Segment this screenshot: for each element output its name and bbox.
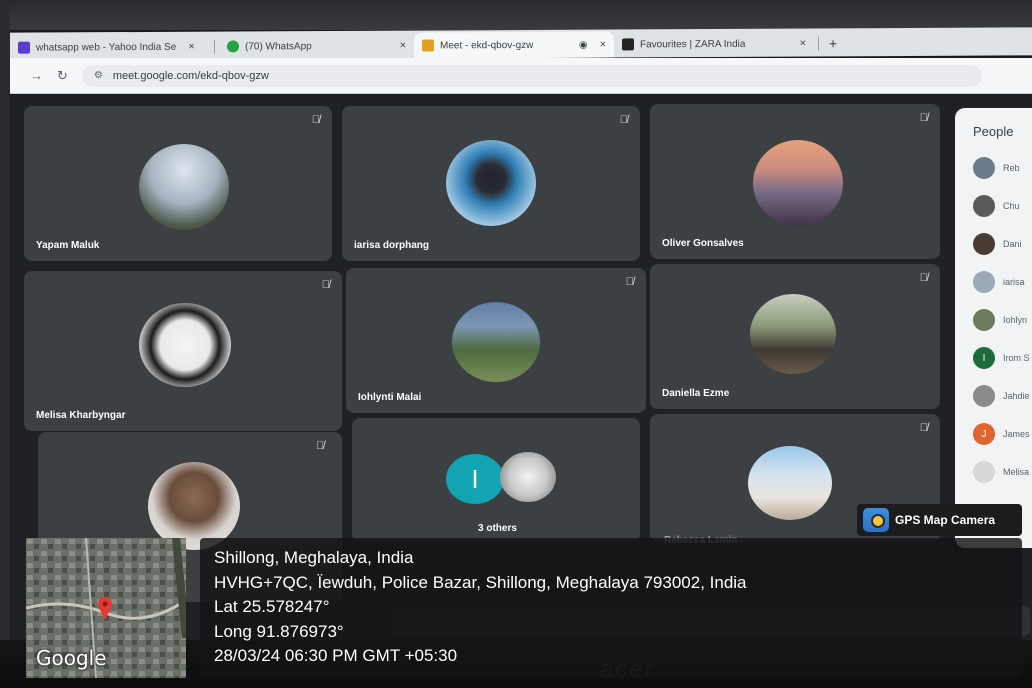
avatar xyxy=(748,446,832,520)
url-field[interactable]: ⚙ meet.google.com/ekd-qbov-gzw xyxy=(81,64,982,87)
participant-name: 3 others xyxy=(478,523,517,534)
participant-name: Daniella Ezme xyxy=(662,388,730,399)
people-panel: People Reb Chu Dani iarisa Iohlyn I Irom … xyxy=(955,108,1032,548)
gps-map-camera-badge: GPS Map Camera xyxy=(857,504,1022,536)
participant-name: iarisa dorphang xyxy=(354,240,430,251)
address-bar: → ↻ ⚙ meet.google.com/ekd-qbov-gzw xyxy=(10,58,1032,94)
tab-whatsapp[interactable]: (70) WhatsApp × xyxy=(219,33,414,60)
participant-tile[interactable]: 🎙̸ Melisa Kharbyngar xyxy=(24,271,342,431)
people-list-item[interactable]: iarisa xyxy=(973,263,1032,301)
recording-indicator-icon: ◉ xyxy=(578,39,588,51)
avatar xyxy=(139,144,229,230)
gps-camera-logo-icon xyxy=(863,508,889,532)
tab-close-icon[interactable]: × xyxy=(600,39,606,51)
gps-address: HVHG+7QC, Ïewduh, Police Bazar, Shillong… xyxy=(214,572,747,592)
yahoo-favicon-icon xyxy=(18,41,30,54)
participant-tile[interactable]: 🎙̸ Yapam Maluk xyxy=(24,106,332,261)
participant-name: Melisa Kharbyngar xyxy=(36,410,126,421)
avatar-initial: J xyxy=(973,423,995,445)
tab-separator xyxy=(214,39,215,54)
participant-tile[interactable]: 🎙̸ Oliver Gonsalves xyxy=(650,104,940,259)
whatsapp-favicon-icon xyxy=(227,40,239,53)
mic-off-icon: 🎙̸ xyxy=(919,112,928,124)
forward-icon[interactable]: → xyxy=(30,68,43,83)
tab-separator xyxy=(818,36,819,51)
mic-off-icon: 🎙̸ xyxy=(311,114,320,126)
url-text: meet.google.com/ekd-qbov-gzw xyxy=(112,69,269,82)
mic-off-icon: 🎙̸ xyxy=(625,276,634,288)
tab-close-icon[interactable]: × xyxy=(400,40,406,52)
avatar xyxy=(452,302,540,382)
participant-name: Oliver Gonsalves xyxy=(662,238,744,249)
avatar xyxy=(973,461,995,483)
tab-meet[interactable]: Meet - ekd-qbov-gzw ◉ × xyxy=(414,31,614,59)
people-list-item[interactable]: Reb xyxy=(973,149,1032,187)
avatar xyxy=(973,271,995,293)
avatar xyxy=(446,140,536,226)
reload-icon[interactable]: ↻ xyxy=(57,68,68,84)
avatar xyxy=(973,309,995,331)
photo-frame-left xyxy=(0,0,10,688)
tab-zara[interactable]: Favourites | ZARA India × xyxy=(614,30,814,57)
gps-city: Shillong, Meghalaya, India xyxy=(214,548,414,567)
participant-tile-others[interactable]: I 3 others xyxy=(352,418,640,542)
avatar xyxy=(148,462,240,550)
gps-timestamp: 28/03/24 06:30 PM GMT +05:30 xyxy=(214,646,458,665)
gps-latitude: Lat 25.578247° xyxy=(214,597,330,616)
tab-close-icon[interactable]: × xyxy=(188,41,194,53)
avatar-initial: I xyxy=(973,347,995,369)
avatar xyxy=(973,157,995,179)
participant-name: Yapam Maluk xyxy=(36,240,100,251)
mic-off-icon: 🎙̸ xyxy=(619,114,628,126)
new-tab-button[interactable]: + xyxy=(823,35,843,56)
mic-off-icon: 🎙̸ xyxy=(321,279,330,291)
avatar xyxy=(139,303,231,387)
meet-favicon-icon xyxy=(422,39,434,52)
tab-title: whatsapp web - Yahoo India Se xyxy=(36,41,177,54)
tab-title: (70) WhatsApp xyxy=(245,40,312,52)
mic-off-icon: 🎙̸ xyxy=(316,440,325,452)
people-list-item[interactable]: Iohlyn xyxy=(973,301,1032,339)
photo-frame-top xyxy=(0,0,1032,30)
zara-favicon-icon xyxy=(622,38,634,51)
gps-badge-text: GPS Map Camera xyxy=(895,513,996,527)
avatar xyxy=(973,385,995,407)
participant-name: Iohlynti Malai xyxy=(358,392,422,403)
tab-close-icon[interactable]: × xyxy=(800,38,806,50)
avatar xyxy=(973,233,995,255)
people-list-item[interactable]: Melisa xyxy=(973,453,1032,491)
gps-map-thumbnail: Google xyxy=(26,538,186,678)
tab-title: Favourites | ZARA India xyxy=(640,38,746,50)
participant-tile[interactable]: 🎙̸ Daniella Ezme xyxy=(650,264,940,409)
avatar xyxy=(973,195,995,217)
avatar xyxy=(500,452,556,502)
participant-tile[interactable]: 🎙̸ iarisa dorphang xyxy=(342,106,640,261)
people-list-item[interactable]: I Irom S xyxy=(973,339,1032,377)
participant-tile[interactable]: 🎙̸ Iohlynti Malai xyxy=(346,268,646,413)
people-panel-title: People xyxy=(973,124,1014,139)
mic-off-icon: 🎙̸ xyxy=(919,272,928,284)
people-list-item[interactable]: Dani xyxy=(973,225,1032,263)
avatar-initial: I xyxy=(446,454,504,504)
tab-title: Meet - ekd-qbov-gzw xyxy=(440,39,534,51)
people-list-item[interactable]: Chu xyxy=(973,187,1032,225)
browser-tab-bar: whatsapp web - Yahoo India Se × (70) Wha… xyxy=(10,27,1032,61)
mic-off-icon: 🎙̸ xyxy=(919,422,928,434)
people-list-item[interactable]: Jahdie xyxy=(973,377,1032,415)
google-map-label: Google xyxy=(36,646,107,670)
tab-yahoo[interactable]: whatsapp web - Yahoo India Se × xyxy=(10,34,210,61)
avatar xyxy=(753,140,843,226)
gps-longitude: Long 91.876973° xyxy=(214,621,344,641)
site-settings-icon[interactable]: ⚙ xyxy=(94,70,103,81)
gps-info-panel: Shillong, Meghalaya, India HVHG+7QC, Ïew… xyxy=(200,538,1022,678)
avatar xyxy=(750,294,836,374)
people-list-item[interactable]: J James xyxy=(973,415,1032,453)
